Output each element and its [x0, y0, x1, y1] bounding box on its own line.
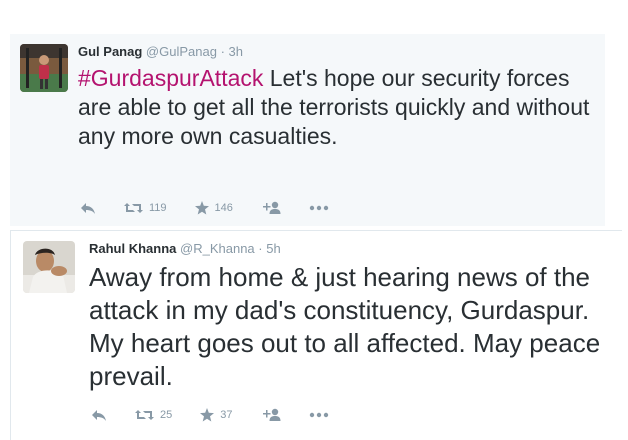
more-button[interactable] — [309, 407, 329, 423]
retweet-button[interactable]: 25 — [135, 407, 172, 423]
reply-icon — [80, 201, 96, 215]
retweet-count: 119 — [149, 202, 167, 214]
tweet-rahul-khanna[interactable]: Rahul Khanna @R_Khanna · 5h Away from ho… — [10, 230, 622, 440]
reply-icon — [91, 408, 107, 422]
star-icon — [194, 201, 209, 215]
more-icon — [309, 412, 329, 418]
follow-button[interactable] — [261, 407, 281, 423]
reply-button[interactable] — [80, 200, 96, 216]
user-name[interactable]: Gul Panag — [78, 44, 142, 59]
retweet-icon — [124, 202, 143, 214]
tweet-text: #GurdaspurAttack Let's hope our security… — [78, 64, 603, 151]
tweet-header: Rahul Khanna @R_Khanna · 5h — [89, 241, 281, 256]
follow-icon — [261, 201, 281, 215]
favorite-count: 146 — [214, 202, 233, 214]
user-handle[interactable]: @R_Khanna — [180, 241, 255, 256]
retweet-button[interactable]: 119 — [124, 200, 167, 216]
reply-button[interactable] — [91, 407, 107, 423]
favorite-button[interactable]: 37 — [200, 407, 233, 423]
tweet-time[interactable]: 3h — [229, 44, 243, 59]
tweet-text: Away from home & just hearing news of th… — [89, 262, 601, 391]
follow-button[interactable] — [261, 200, 281, 216]
retweet-icon — [135, 409, 154, 421]
header-separator: · — [220, 44, 225, 59]
follow-icon — [261, 408, 281, 422]
tweet-time[interactable]: 5h — [266, 241, 280, 256]
favorite-button[interactable]: 146 — [194, 200, 233, 216]
favorite-count: 37 — [220, 409, 233, 421]
user-handle[interactable]: @GulPanag — [146, 44, 217, 59]
star-icon — [200, 408, 215, 422]
header-separator: · — [258, 241, 263, 256]
tweet-header: Gul Panag @GulPanag · 3h — [78, 44, 243, 59]
avatar[interactable] — [23, 241, 75, 293]
user-name[interactable]: Rahul Khanna — [89, 241, 176, 256]
tweet-gul-panag[interactable]: Gul Panag @GulPanag · 3h #GurdaspurAttac… — [10, 34, 605, 226]
retweet-count: 25 — [160, 409, 173, 421]
more-icon — [309, 205, 329, 211]
avatar[interactable] — [20, 44, 68, 92]
more-button[interactable] — [309, 200, 329, 216]
hashtag-link[interactable]: #GurdaspurAttack — [78, 65, 263, 91]
tweet-actions: 25 37 — [91, 407, 357, 423]
tweet-actions: 119 146 — [80, 200, 357, 216]
